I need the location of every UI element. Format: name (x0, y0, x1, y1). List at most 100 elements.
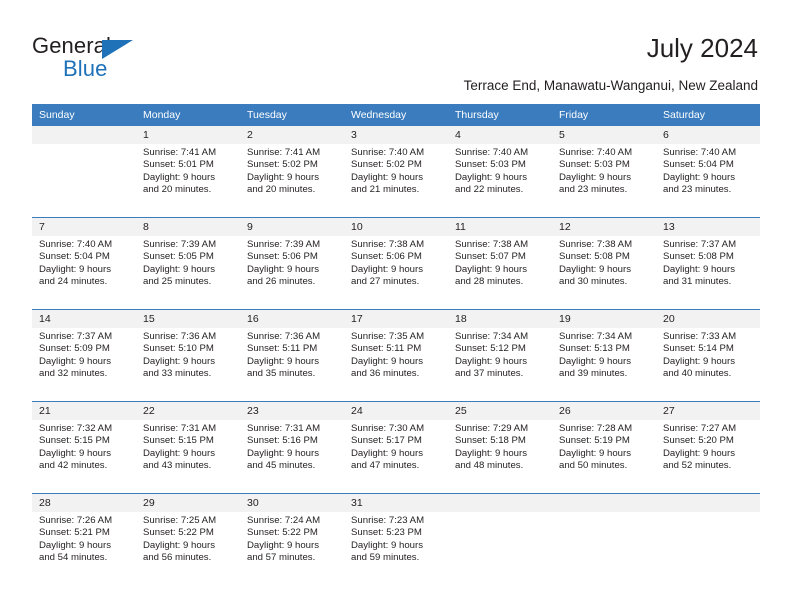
day-number[interactable]: 22 (136, 402, 240, 420)
day-number[interactable]: 24 (344, 402, 448, 420)
day-number[interactable]: 11 (448, 218, 552, 236)
day-detail-line: Daylight: 9 hours (247, 171, 319, 183)
day-detail-line: Daylight: 9 hours (559, 447, 631, 459)
day-detail-line: Sunset: 5:11 PM (351, 343, 422, 355)
day-detail-line: Sunrise: 7:34 AM (455, 331, 529, 342)
day-number[interactable]: 7 (32, 218, 136, 236)
day-number[interactable]: 13 (656, 218, 760, 236)
day-detail-row: Sunrise: 7:32 AM Sunset: 5:15 PM Daylight:… (32, 420, 760, 493)
day-detail: Sunrise: 7:27 AM Sunset: 5:20 PM Daylight:… (656, 420, 760, 493)
day-detail-line: Sunset: 5:03 PM (455, 159, 526, 171)
day-detail-line: Daylight: 9 hours (351, 171, 423, 183)
day-detail-line: and 50 minutes. (559, 459, 628, 471)
day-number[interactable]: 30 (240, 494, 344, 512)
day-detail-line: Daylight: 9 hours (247, 539, 319, 551)
logo-word-blue: Blue (63, 56, 108, 81)
day-number[interactable]: 3 (344, 126, 448, 144)
day-number-row: 7 8 9 10 11 12 13 (32, 218, 760, 236)
day-detail: Sunrise: 7:40 AM Sunset: 5:03 PM Daylight:… (448, 144, 552, 217)
day-number[interactable]: 6 (656, 126, 760, 144)
day-detail-line: and 36 minutes. (351, 367, 420, 379)
day-detail-line: Sunset: 5:20 PM (663, 435, 734, 447)
weekday-header-friday: Friday (552, 104, 656, 126)
day-detail-line: and 20 minutes. (247, 183, 316, 195)
day-number-empty (656, 494, 760, 512)
day-detail-line: Sunset: 5:01 PM (143, 159, 214, 171)
day-detail: Sunrise: 7:33 AM Sunset: 5:14 PM Daylight:… (656, 328, 760, 401)
day-detail-line: Sunrise: 7:40 AM (39, 239, 113, 250)
day-number[interactable]: 1 (136, 126, 240, 144)
day-number[interactable]: 4 (448, 126, 552, 144)
day-detail-line: Sunrise: 7:40 AM (351, 147, 425, 158)
day-detail-line: Sunrise: 7:40 AM (559, 147, 633, 158)
day-number[interactable]: 28 (32, 494, 136, 512)
calendar-table: Sunday Monday Tuesday Wednesday Thursday Frid… (32, 104, 760, 585)
day-number[interactable]: 26 (552, 402, 656, 420)
day-detail-line: Sunrise: 7:30 AM (351, 423, 425, 434)
day-detail-line: and 23 minutes. (663, 183, 732, 195)
day-number[interactable]: 15 (136, 310, 240, 328)
day-detail-line: Sunset: 5:04 PM (663, 159, 734, 171)
day-detail: Sunrise: 7:37 AM Sunset: 5:08 PM Daylight:… (656, 236, 760, 309)
day-detail: Sunrise: 7:29 AM Sunset: 5:18 PM Daylight:… (448, 420, 552, 493)
day-detail-line: Sunset: 5:14 PM (663, 343, 734, 355)
day-detail-line: Sunrise: 7:26 AM (39, 515, 113, 526)
day-detail-line: Daylight: 9 hours (39, 539, 111, 551)
day-detail-line: Daylight: 9 hours (143, 171, 215, 183)
calendar-grid: Sunday Monday Tuesday Wednesday Thursday Frid… (32, 104, 760, 585)
day-detail-line: Sunrise: 7:27 AM (663, 423, 737, 434)
day-detail-line: Daylight: 9 hours (663, 263, 735, 275)
day-number[interactable]: 29 (136, 494, 240, 512)
day-number[interactable]: 8 (136, 218, 240, 236)
day-number[interactable]: 23 (240, 402, 344, 420)
day-detail-line: Sunrise: 7:36 AM (247, 331, 321, 342)
day-detail-line: Sunrise: 7:29 AM (455, 423, 529, 434)
day-number[interactable]: 14 (32, 310, 136, 328)
day-detail-line: Sunset: 5:22 PM (143, 527, 214, 539)
day-number[interactable]: 10 (344, 218, 448, 236)
day-detail-line: Sunrise: 7:23 AM (351, 515, 425, 526)
day-detail-line: and 47 minutes. (351, 459, 420, 471)
day-detail-line: and 42 minutes. (39, 459, 108, 471)
day-number[interactable]: 27 (656, 402, 760, 420)
day-detail-line: and 26 minutes. (247, 275, 316, 287)
day-detail-line: Daylight: 9 hours (39, 355, 111, 367)
day-number-empty (32, 126, 136, 144)
day-detail-line: and 43 minutes. (143, 459, 212, 471)
day-number[interactable]: 20 (656, 310, 760, 328)
day-detail: Sunrise: 7:40 AM Sunset: 5:02 PM Daylight:… (344, 144, 448, 217)
day-number[interactable]: 5 (552, 126, 656, 144)
day-number[interactable]: 2 (240, 126, 344, 144)
day-detail: Sunrise: 7:23 AM Sunset: 5:23 PM Daylight:… (344, 512, 448, 585)
day-detail-line: Daylight: 9 hours (247, 447, 319, 459)
day-detail: Sunrise: 7:40 AM Sunset: 5:03 PM Daylight:… (552, 144, 656, 217)
day-detail: Sunrise: 7:28 AM Sunset: 5:19 PM Daylight:… (552, 420, 656, 493)
day-number[interactable]: 17 (344, 310, 448, 328)
day-detail-line: Sunset: 5:08 PM (559, 251, 630, 263)
day-detail-line: Daylight: 9 hours (143, 539, 215, 551)
day-detail-line: and 27 minutes. (351, 275, 420, 287)
day-detail-line: and 24 minutes. (39, 275, 108, 287)
day-detail-line: and 32 minutes. (39, 367, 108, 379)
day-detail-line: Sunrise: 7:36 AM (143, 331, 217, 342)
day-detail-line: Sunrise: 7:40 AM (455, 147, 529, 158)
day-number[interactable]: 12 (552, 218, 656, 236)
day-number[interactable]: 19 (552, 310, 656, 328)
day-number[interactable]: 31 (344, 494, 448, 512)
day-number-empty (552, 494, 656, 512)
day-number[interactable]: 25 (448, 402, 552, 420)
day-detail-line: Sunrise: 7:37 AM (663, 239, 737, 250)
day-detail-line: Daylight: 9 hours (663, 355, 735, 367)
day-detail-line: Sunset: 5:09 PM (39, 343, 110, 355)
day-number[interactable]: 9 (240, 218, 344, 236)
day-detail-line: and 22 minutes. (455, 183, 524, 195)
day-detail: Sunrise: 7:38 AM Sunset: 5:06 PM Daylight:… (344, 236, 448, 309)
day-number[interactable]: 16 (240, 310, 344, 328)
day-number[interactable]: 21 (32, 402, 136, 420)
day-detail-line: Daylight: 9 hours (351, 355, 423, 367)
day-detail-line: and 40 minutes. (663, 367, 732, 379)
day-detail-line: Sunrise: 7:41 AM (247, 147, 321, 158)
day-detail: Sunrise: 7:35 AM Sunset: 5:11 PM Daylight:… (344, 328, 448, 401)
day-number[interactable]: 18 (448, 310, 552, 328)
weekday-header-thursday: Thursday (448, 104, 552, 126)
